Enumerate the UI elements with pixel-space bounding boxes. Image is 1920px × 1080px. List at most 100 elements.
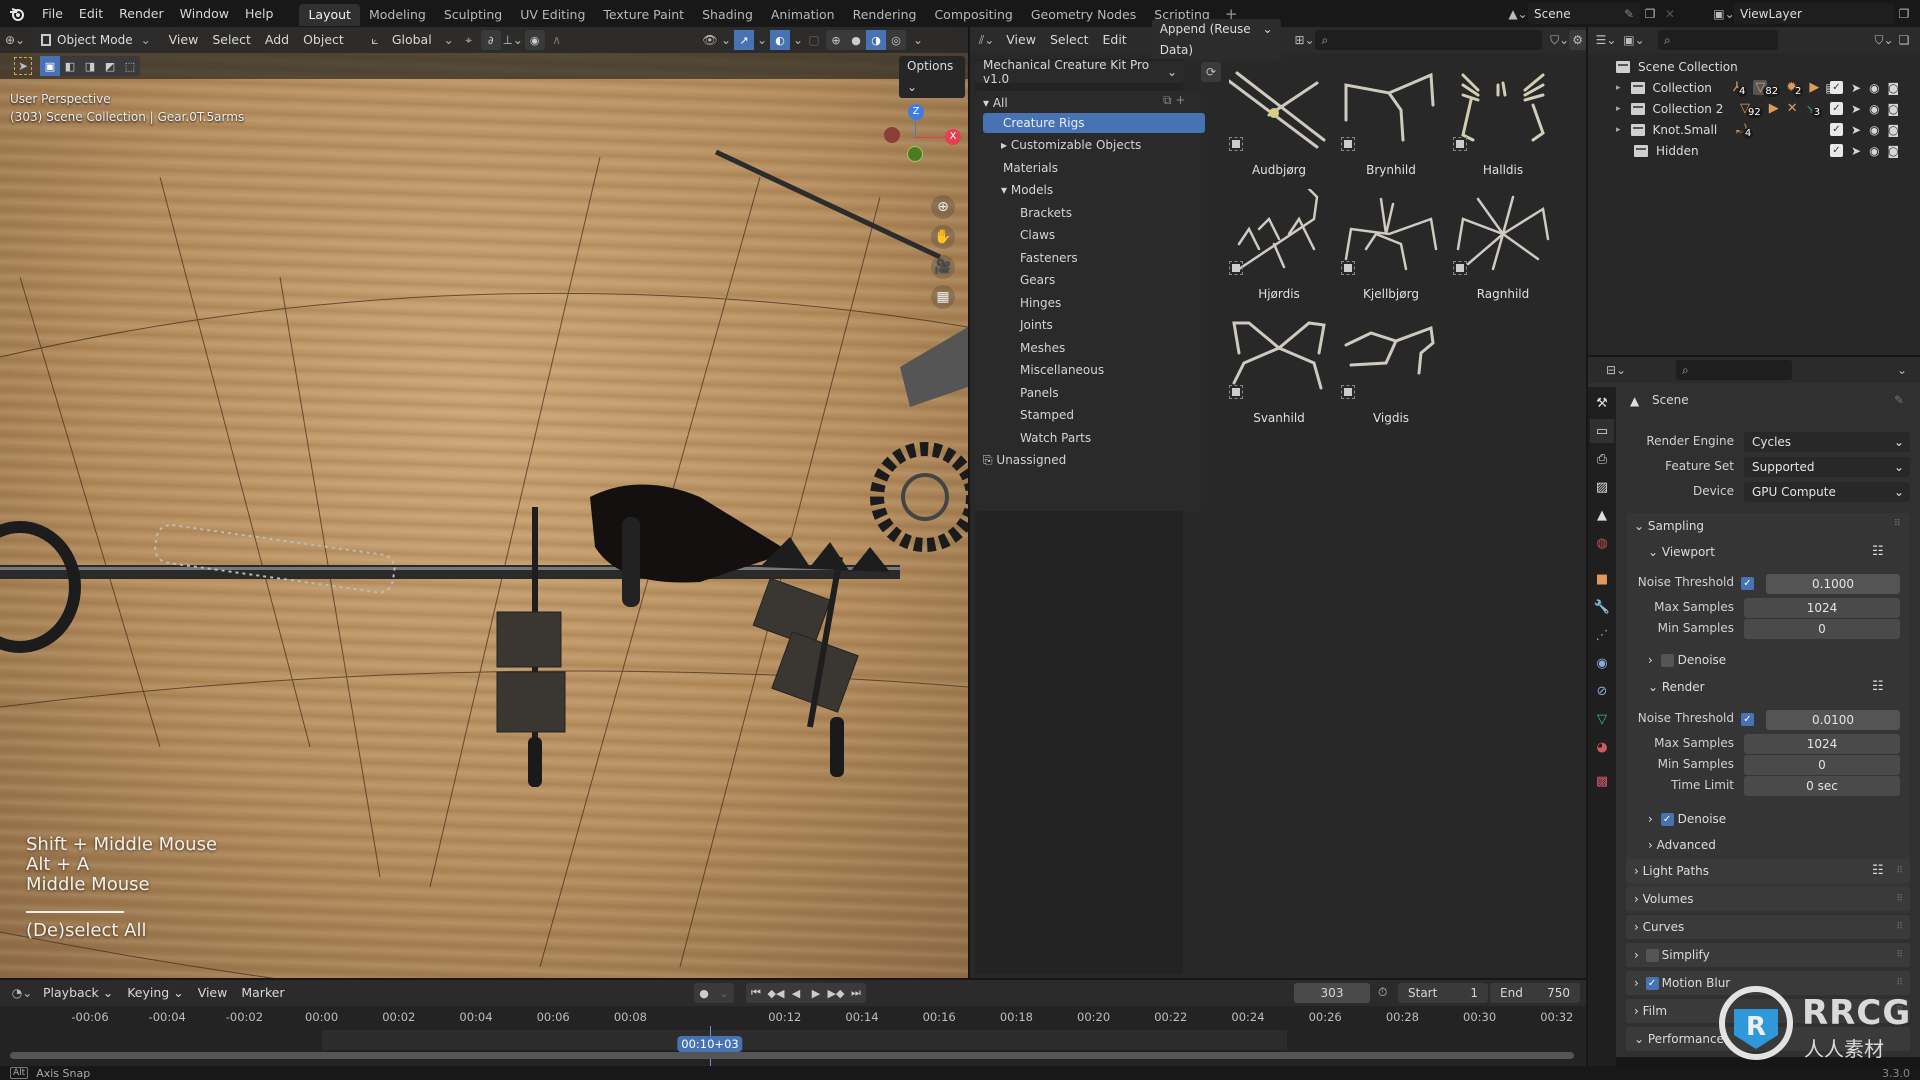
render-tab-icon[interactable]: ▭ — [1590, 419, 1614, 443]
material-shading-icon[interactable]: ◑ — [866, 30, 886, 50]
render-noise-threshold-field[interactable]: 0.0100 — [1766, 710, 1900, 730]
display-mode-icon[interactable]: ▣⌄ — [1620, 30, 1648, 50]
viewport-noise-threshold-field[interactable]: 0.1000 — [1766, 574, 1900, 594]
asset-search-input[interactable]: ⌕ — [1315, 30, 1543, 50]
pin-icon[interactable]: ✎ — [1894, 393, 1904, 407]
menu-keying[interactable]: Keying ⌄ — [120, 982, 190, 1004]
menu-playback[interactable]: Playback ⌄ — [36, 982, 120, 1004]
catalog-meshes[interactable]: Meshes — [1020, 338, 1065, 358]
asset-audbjorg[interactable]: Audbjørg — [1223, 63, 1335, 183]
mode-invert-icon[interactable]: ◩ — [100, 56, 120, 76]
mode-selector[interactable]: Object Mode ⌄ — [33, 29, 159, 51]
render-noise-checkbox[interactable]: ✓ — [1741, 713, 1754, 726]
viewport-min-samples-field[interactable]: 0 — [1744, 619, 1900, 639]
next-keyframe-icon[interactable]: ▶◆ — [826, 983, 846, 1003]
viewport-max-samples-field[interactable]: 1024 — [1744, 598, 1900, 618]
render-subpanel-header[interactable]: ⌄ Render — [1648, 680, 1705, 694]
end-frame-field[interactable]: End 750 — [1490, 983, 1580, 1003]
tab-shading[interactable]: Shading — [693, 4, 762, 26]
editor-type-icon[interactable]: ◔⌄ — [8, 983, 36, 1003]
catalog-stamped[interactable]: Stamped — [1020, 405, 1074, 425]
render-max-samples-field[interactable]: 1024 — [1744, 734, 1900, 754]
device-dropdown[interactable]: GPU Compute ⌄ — [1744, 482, 1910, 502]
panel-volumes[interactable]: › Volumes ⠿ — [1626, 887, 1910, 911]
tab-texture-paint[interactable]: Texture Paint — [594, 4, 693, 26]
catalog-creature-rigs[interactable]: Creature Rigs — [983, 113, 1205, 133]
outliner-scene-collection[interactable]: Scene Collection — [1588, 56, 1920, 77]
overlay-toggle-icon[interactable]: ◐ — [770, 30, 790, 50]
editor-type-icon[interactable]: ⊕⌄ — [0, 30, 30, 50]
gizmo-x-axis[interactable]: X — [945, 129, 961, 145]
new-scene-icon[interactable]: ❐ — [1640, 4, 1660, 24]
exclude-checkbox[interactable]: ✓ — [1830, 123, 1843, 136]
menu-view[interactable]: View — [191, 982, 235, 1004]
catalog-claws[interactable]: Claws — [1020, 225, 1055, 245]
particles-tab-icon[interactable]: ⋰ — [1590, 623, 1614, 647]
asset-vigdis[interactable]: Vigdis — [1335, 311, 1447, 431]
gizmo-neg-x[interactable] — [884, 127, 900, 143]
exclude-checkbox[interactable]: ✓ — [1830, 144, 1843, 157]
chevron-down-icon[interactable]: ⌄ — [792, 30, 804, 50]
data-tab-icon[interactable]: ▽ — [1590, 707, 1614, 731]
new-view-layer-icon[interactable]: ❐ — [1894, 4, 1914, 24]
gizmo-y-axis[interactable] — [907, 146, 923, 162]
render-min-samples-field[interactable]: 0 — [1744, 755, 1900, 775]
gizmo-toggle-icon[interactable]: ↗ — [734, 30, 754, 50]
play-icon[interactable]: ▶ — [806, 983, 826, 1003]
filter-icon[interactable]: ⛉⌄ — [1550, 30, 1569, 50]
menu-object[interactable]: Object — [296, 29, 351, 51]
tab-animation[interactable]: Animation — [762, 4, 844, 26]
catalog-gears[interactable]: Gears — [1020, 270, 1055, 290]
stopwatch-icon[interactable]: ⏱ — [1378, 985, 1387, 1000]
menu-help[interactable]: Help — [237, 0, 282, 27]
chevron-down-icon[interactable]: ⌄ — [720, 30, 732, 50]
xray-icon[interactable]: ▢ — [804, 30, 824, 50]
viewport-denoise-row[interactable]: › Denoise — [1648, 653, 1726, 667]
editor-type-icon[interactable]: ⫽⌄ — [974, 30, 999, 50]
asset-halldis[interactable]: Halldis — [1447, 63, 1559, 183]
viewport-noise-checkbox[interactable]: ✓ — [1741, 577, 1754, 590]
menu-view[interactable]: View — [999, 29, 1043, 51]
render-denoise-checkbox[interactable]: ✓ — [1660, 813, 1674, 826]
jump-end-icon[interactable]: ⏭ — [846, 983, 866, 1003]
pan-hand-icon[interactable]: ✋ — [931, 225, 955, 249]
chevron-down-icon[interactable]: ⌄ — [756, 30, 768, 50]
tab-layout[interactable]: Layout — [299, 4, 360, 26]
solid-shading-icon[interactable]: ● — [846, 30, 866, 50]
jump-start-icon[interactable]: ⏮ — [746, 983, 766, 1003]
pin-icon[interactable]: ✎ — [1624, 7, 1634, 21]
output-tab-icon[interactable]: ⎙ — [1590, 447, 1614, 471]
physics-tab-icon[interactable]: ◉ — [1590, 651, 1614, 675]
snap-target-icon[interactable]: ⊥⌄ — [502, 30, 523, 50]
menu-render[interactable]: Render — [111, 0, 172, 27]
render-camera-icon[interactable]: ◙ — [1888, 102, 1900, 116]
menu-file[interactable]: File — [34, 0, 71, 27]
view-layer-selector[interactable]: ViewLayer — [1734, 3, 1894, 24]
menu-add[interactable]: Add — [258, 29, 296, 51]
constraints-tab-icon[interactable]: ⊘ — [1590, 679, 1614, 703]
chevron-down-icon[interactable]: ⌄ — [1892, 360, 1912, 380]
scene-selector[interactable]: Scene ✎ — [1528, 3, 1640, 24]
panel-curves[interactable]: › Curves ⠿ — [1626, 915, 1910, 939]
advanced-subpanel-header[interactable]: › Advanced — [1648, 838, 1716, 852]
properties-search-input[interactable]: ⌕ — [1676, 360, 1792, 380]
import-method-dropdown[interactable]: Append (Reuse Data) ⌄ — [1151, 19, 1281, 61]
selectable-icon[interactable]: ➤ — [1851, 102, 1861, 116]
editor-type-icon[interactable]: ⊟⌄ — [1602, 360, 1630, 380]
catalog-panels[interactable]: Panels — [1020, 383, 1059, 403]
catalog-unassigned[interactable]: ⎘ Unassigned — [983, 450, 1066, 470]
catalog-brackets[interactable]: Brackets — [1020, 203, 1072, 223]
timeline-ruler[interactable]: -00:06 -00:04 -00:02 00:00 00:02 00:04 00:06 00… — [0, 1006, 1586, 1066]
new-catalog-icon[interactable]: ⧉ + — [1163, 93, 1185, 108]
render-engine-dropdown[interactable]: Cycles ⌄ — [1744, 432, 1910, 452]
wireframe-shading-icon[interactable]: ⊕ — [826, 30, 846, 50]
presets-list-icon[interactable]: ☷ — [1872, 679, 1884, 694]
presets-list-icon[interactable]: ☷ — [1872, 544, 1884, 559]
exclude-checkbox[interactable]: ✓ — [1830, 102, 1843, 115]
asset-ragnhild[interactable]: Ragnhild — [1447, 187, 1559, 307]
eye-icon[interactable]: ◉ — [1869, 123, 1879, 137]
expand-arrow-icon[interactable]: ▸ — [1616, 125, 1621, 135]
camera-view-icon[interactable]: 🎥 — [931, 255, 955, 279]
mode-subtract-icon[interactable]: ◨ — [80, 56, 100, 76]
asset-library-selector[interactable]: Mechanical Creature Kit Pro v1.0 ⌄ — [975, 58, 1183, 86]
